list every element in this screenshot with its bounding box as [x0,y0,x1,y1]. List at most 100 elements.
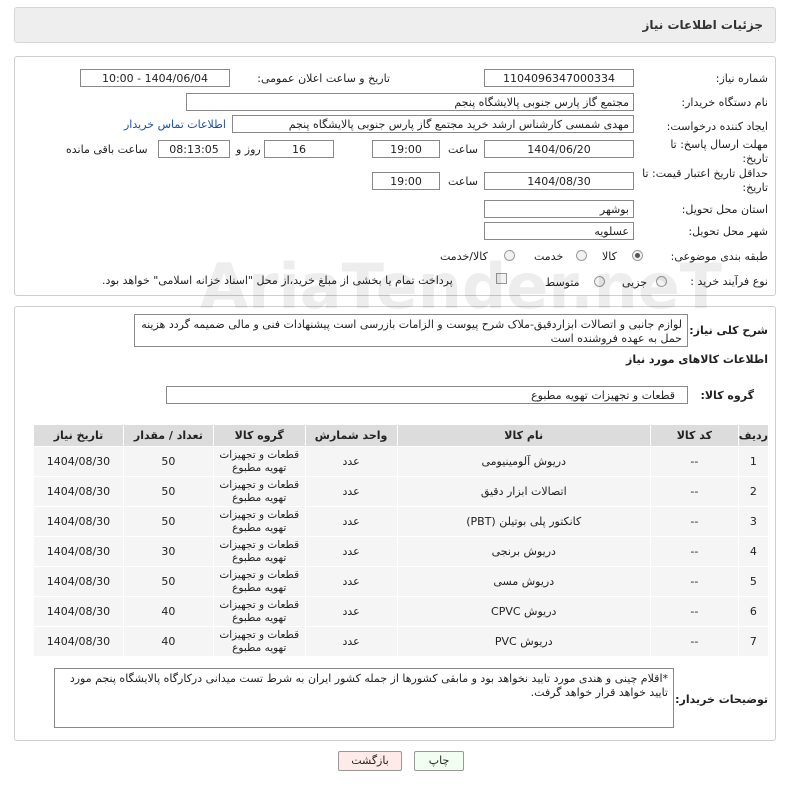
cell-row: 2 [737,476,770,507]
cell-code: -- [649,506,739,537]
need-number-label: شماره نیاز: [715,72,768,85]
col-code: کد کالا [649,424,739,447]
cell-row: 7 [737,626,770,657]
cell-group: قطعات و تجهیزات تهویه مطبوع [212,506,306,537]
buyer-org-label: نام دستگاه خریدار: [681,96,768,109]
watermark-logo: AriaTender.neT [200,250,723,323]
remaining-time-field: 08:13:05 [158,140,230,158]
announce-field: 1404/06/04 - 10:00 [80,69,230,87]
buyer-org-field: مجتمع گاز پارس جنوبی پالایشگاه پنجم [186,93,634,111]
cell-qty: 50 [122,566,214,597]
cell-code: -- [649,566,739,597]
col-unit: واحد شمارش [304,424,398,447]
cell-code: -- [649,536,739,567]
cell-group: قطعات و تجهیزات تهویه مطبوع [212,536,306,567]
col-qty: تعداد / مقدار [122,424,214,447]
cell-name: کانکتور پلی بوتیلن (PBT) [396,506,651,537]
cell-group: قطعات و تجهیزات تهویه مطبوع [212,596,306,627]
reply-deadline-label: مهلت ارسال پاسخ: تا تاریخ: [670,138,768,165]
col-row: ردیف [737,424,770,447]
col-name: نام کالا [396,424,651,447]
cell-qty: 50 [122,446,214,477]
cell-qty: 40 [122,596,214,627]
cell-name: دریوش CPVC [396,596,651,627]
cell-unit: عدد [304,536,398,567]
cell-date: 1404/08/30 [33,626,124,657]
creator-field: مهدی شمسی کارشناس ارشد خرید مجتمع گاز پا… [232,115,634,133]
price-time-label: ساعت [448,175,478,188]
cell-unit: عدد [304,566,398,597]
cell-code: -- [649,596,739,627]
cell-name: دریوش آلومینیومی [396,446,651,477]
cell-qty: 30 [122,536,214,567]
cell-unit: عدد [304,596,398,627]
reply-date-field: 1404/06/20 [484,140,634,158]
table-row: 6 -- دریوش CPVC عدد قطعات و تجهیزات تهویه مط… [33,596,770,627]
reply-time-label: ساعت [448,143,478,156]
col-date: تاریخ نیاز [33,424,124,447]
cell-group: قطعات و تجهیزات تهویه مطبوع [212,566,306,597]
remaining-label: ساعت باقی مانده [66,143,148,156]
days-label: روز و [236,143,261,156]
buyer-notes-label: توضیحات خریدار: [675,693,768,706]
announce-label: تاریخ و ساعت اعلان عمومی: [257,72,390,85]
reply-time-field: 19:00 [372,140,440,158]
table-row: 3 -- کانکتور پلی بوتیلن (PBT) عدد قطعات و تج… [33,506,770,537]
cell-row: 6 [737,596,770,627]
cell-date: 1404/08/30 [33,476,124,507]
cell-date: 1404/08/30 [33,596,124,627]
cell-unit: عدد [304,506,398,537]
table-row: 4 -- دریوش برنجی عدد قطعات و تجهیزات تهویه م… [33,536,770,567]
cell-qty: 50 [122,506,214,537]
cell-name: دریوش PVC [396,626,651,657]
cell-date: 1404/08/30 [33,446,124,477]
cell-group: قطعات و تجهیزات تهویه مطبوع [212,476,306,507]
need-number-field: 1104096347000334 [484,69,634,87]
days-field: 16 [264,140,334,158]
goods-group-field: قطعات و تجهیزات تهویه مطبوع [166,386,688,404]
col-group: گروه کالا [212,424,306,447]
cell-name: اتصالات ابزار دقیق [396,476,651,507]
cell-row: 4 [737,536,770,567]
cell-qty: 50 [122,476,214,507]
cell-row: 5 [737,566,770,597]
cell-row: 3 [737,506,770,537]
buyer-notes-text: *اقلام چینی و هندی مورد تایید نخواهد بود… [54,668,674,728]
city-field: عسلویه [484,222,634,240]
cell-row: 1 [737,446,770,477]
page-header: جزئیات اطلاعات نیاز [14,7,776,43]
page-title: جزئیات اطلاعات نیاز [642,18,763,32]
price-time-field: 19:00 [372,172,440,190]
province-label: استان محل تحویل: [681,203,768,216]
price-date-field: 1404/08/30 [484,172,634,190]
cell-group: قطعات و تجهیزات تهویه مطبوع [212,446,306,477]
price-validity-label: حداقل تاریخ اعتبار قیمت: تا تاریخ: [642,167,768,194]
back-button[interactable]: بازگشت [338,751,402,771]
contact-buyer-link[interactable]: اطلاعات تماس خریدار [124,118,226,131]
cell-unit: عدد [304,626,398,657]
cell-date: 1404/08/30 [33,536,124,567]
goods-section-title: اطلاعات کالاهای مورد نیاز [626,353,768,366]
table-row: 1 -- دریوش آلومینیومی عدد قطعات و تجهیزات ته… [33,446,770,477]
table-row: 2 -- اتصالات ابزار دقیق عدد قطعات و تجهیزات … [33,476,770,507]
cell-code: -- [649,626,739,657]
cell-code: -- [649,476,739,507]
print-button[interactable]: چاپ [414,751,464,771]
creator-label: ایجاد کننده درخواست: [666,120,768,133]
province-field: بوشهر [484,200,634,218]
cell-name: دریوش برنجی [396,536,651,567]
goods-table: ردیف کد کالا نام کالا واحد شمارش گروه کا… [33,424,770,657]
city-label: شهر محل تحویل: [688,225,768,238]
cell-qty: 40 [122,626,214,657]
table-row: 7 -- دریوش PVC عدد قطعات و تجهیزات تهویه مطب… [33,626,770,657]
goods-table-header: ردیف کد کالا نام کالا واحد شمارش گروه کا… [33,424,770,447]
description-label: شرح کلی نیاز: [689,324,768,337]
goods-group-label: گروه کالا: [700,389,754,402]
cell-date: 1404/08/30 [33,506,124,537]
cell-group: قطعات و تجهیزات تهویه مطبوع [212,626,306,657]
cell-date: 1404/08/30 [33,566,124,597]
cell-code: -- [649,446,739,477]
cell-unit: عدد [304,446,398,477]
cell-unit: عدد [304,476,398,507]
cell-name: دریوش مسی [396,566,651,597]
